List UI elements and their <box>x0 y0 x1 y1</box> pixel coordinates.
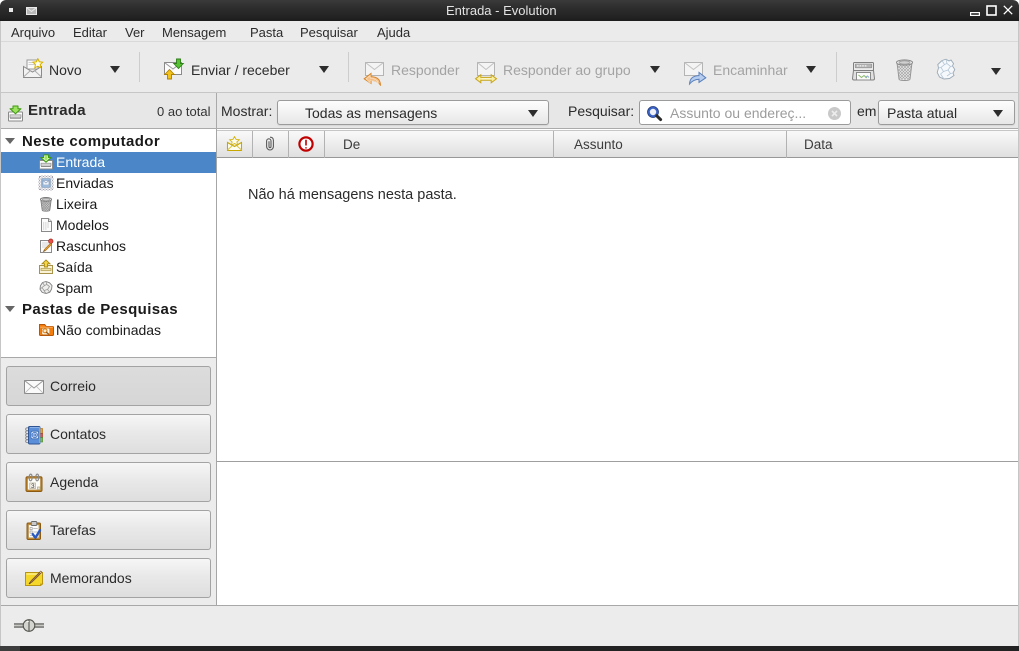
svg-text:3: 3 <box>31 483 35 490</box>
